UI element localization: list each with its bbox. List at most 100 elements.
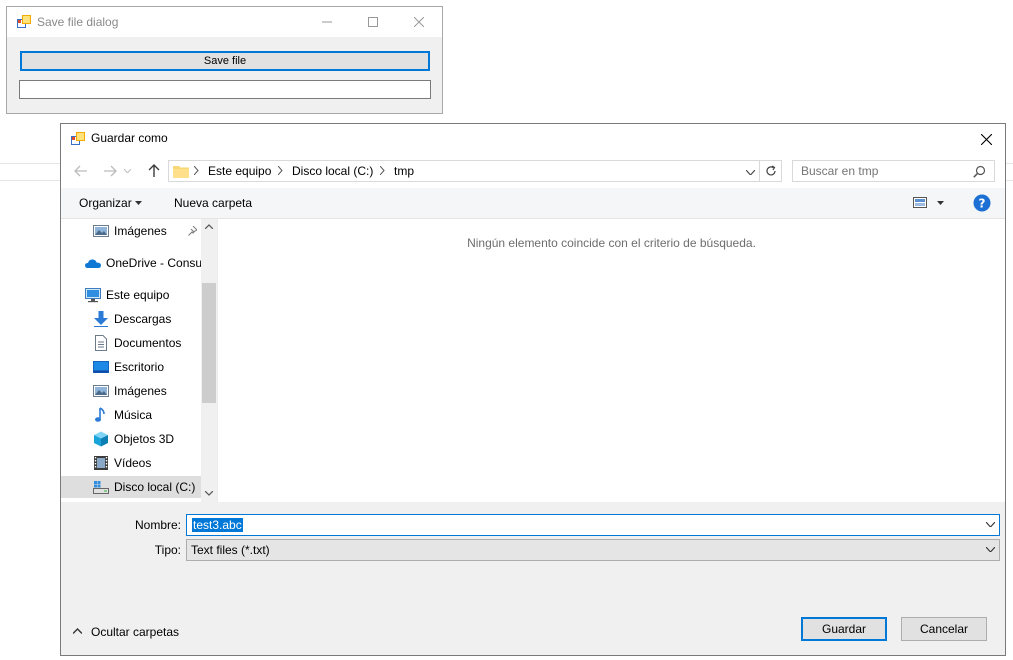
nav-item-documentos[interactable]: Documentos: [61, 332, 201, 354]
chevron-down-icon[interactable]: [986, 522, 995, 527]
caret-down-icon: [937, 201, 944, 205]
minimize-button[interactable]: [304, 7, 350, 37]
refresh-button[interactable]: [759, 161, 782, 181]
close-icon: [414, 17, 424, 27]
scroll-up-icon[interactable]: [205, 224, 213, 229]
pictures-icon: [93, 225, 109, 237]
dialog-title: Guardar como: [91, 131, 168, 145]
computer-icon: [85, 288, 101, 303]
app-titlebar: Save file dialog: [7, 7, 442, 37]
close-button[interactable]: [396, 7, 442, 37]
cancel-button[interactable]: Cancelar: [901, 617, 987, 641]
app-window: Save file dialog Save file: [6, 6, 443, 114]
nav-item-label: Este equipo: [106, 288, 170, 302]
nav-item-disco-local[interactable]: Disco local (C:): [61, 476, 201, 498]
breadcrumb-item[interactable]: tmp: [394, 164, 414, 178]
svg-text:?: ?: [979, 197, 986, 211]
nav-item-este-equipo[interactable]: Este equipo: [61, 284, 201, 306]
nav-item-videos[interactable]: Vídeos: [61, 452, 201, 474]
command-toolbar: Organizar Nueva carpeta ?: [61, 188, 1005, 219]
dialog-close-button[interactable]: [967, 124, 1005, 154]
address-history-dropdown[interactable]: [743, 165, 757, 179]
change-view-button[interactable]: [911, 195, 947, 211]
background-divider: [0, 163, 60, 164]
nav-item-onedrive[interactable]: OneDrive - Consu: [61, 252, 203, 274]
maximize-icon: [368, 17, 378, 27]
minimize-icon: [322, 21, 332, 23]
search-input[interactable]: [793, 161, 976, 181]
nav-item-imagenes[interactable]: Imágenes: [61, 380, 201, 402]
nav-item-label: Escritorio: [114, 360, 165, 374]
view-icon: [913, 197, 927, 208]
chevron-down-icon[interactable]: [986, 547, 995, 552]
app-title: Save file dialog: [37, 15, 119, 29]
app-icon: [71, 132, 85, 146]
background-divider: [1006, 180, 1013, 181]
navigation-pane[interactable]: Imágenes OneDrive - Consu Este equipo De…: [61, 219, 217, 502]
nav-item-label: Disco local (C:): [114, 480, 196, 494]
help-button[interactable]: ?: [973, 194, 991, 212]
maximize-button[interactable]: [350, 7, 396, 37]
search-box[interactable]: [792, 160, 995, 182]
nav-item-musica[interactable]: Música: [61, 404, 201, 426]
breadcrumb-chevron-icon: [380, 166, 385, 175]
empty-message: Ningún elemento coincide con el criterio…: [467, 236, 756, 250]
organize-menu[interactable]: Organizar: [79, 188, 149, 218]
file-type-value: Text files (*.txt): [191, 543, 270, 557]
arrow-right-icon: [104, 165, 117, 177]
file-list[interactable]: Ningún elemento coincide con el criterio…: [218, 219, 1005, 502]
scrollbar-thumb[interactable]: [202, 283, 216, 403]
nav-item-label: Vídeos: [114, 456, 152, 470]
arrow-up-icon: [148, 164, 160, 177]
documents-icon: [95, 335, 107, 351]
arrow-left-icon: [74, 165, 87, 177]
close-icon: [980, 133, 992, 145]
drive-icon: [93, 481, 109, 494]
file-type-label: Tipo:: [154, 543, 181, 557]
save-file-button[interactable]: Save file: [20, 51, 430, 71]
new-folder-button[interactable]: Nueva carpeta: [174, 196, 252, 210]
search-icon[interactable]: [973, 165, 986, 178]
help-icon: ?: [973, 194, 991, 212]
forward-button[interactable]: [99, 160, 121, 182]
nav-item-label: OneDrive - Consu: [106, 256, 203, 270]
breadcrumb-chevron-icon: [278, 166, 283, 175]
nav-item-label: Documentos: [114, 336, 182, 350]
nav-item-label: Imágenes: [114, 384, 167, 398]
folder-icon: [173, 164, 189, 178]
3d-objects-icon: [94, 431, 108, 447]
recent-locations-button[interactable]: [121, 160, 133, 182]
back-button[interactable]: [70, 160, 92, 182]
caret-down-icon: [135, 201, 142, 205]
file-type-select[interactable]: Text files (*.txt): [186, 539, 1000, 561]
file-name-label: Nombre:: [134, 518, 181, 532]
downloads-icon: [94, 311, 108, 327]
nav-item-descargas[interactable]: Descargas: [61, 308, 201, 330]
nav-item-imagenes-quick[interactable]: Imágenes: [61, 220, 201, 242]
scroll-down-icon[interactable]: [205, 491, 213, 496]
app-icon: [17, 15, 31, 29]
file-path-textbox[interactable]: [19, 80, 431, 99]
background-divider: [0, 180, 60, 181]
nav-item-label: Música: [114, 408, 153, 422]
breadcrumb-item[interactable]: Disco local (C:): [292, 164, 373, 178]
address-bar[interactable]: Este equipo Disco local (C:) tmp: [168, 160, 782, 182]
chevron-down-icon: [123, 169, 131, 173]
organize-label: Organizar: [79, 196, 132, 210]
chevron-up-icon: [73, 628, 82, 634]
breadcrumb-item[interactable]: Este equipo: [208, 164, 271, 178]
save-button[interactable]: Guardar: [801, 617, 887, 641]
onedrive-icon: [85, 259, 101, 268]
file-name-input[interactable]: test3.abc: [192, 518, 243, 532]
music-icon: [95, 407, 105, 422]
desktop-icon: [93, 361, 109, 373]
pin-icon: [188, 226, 197, 236]
up-button[interactable]: [143, 160, 165, 182]
nav-item-label: Imágenes: [114, 224, 167, 238]
save-as-dialog: Guardar como Este equipo Disco local (C:…: [60, 123, 1006, 656]
nav-item-objetos-3d[interactable]: Objetos 3D: [61, 428, 201, 450]
nav-item-escritorio[interactable]: Escritorio: [61, 356, 201, 378]
file-name-combobox[interactable]: test3.abc: [186, 514, 1000, 536]
nav-item-label: Objetos 3D: [114, 432, 175, 446]
hide-folders-label: Ocultar carpetas: [91, 625, 180, 639]
